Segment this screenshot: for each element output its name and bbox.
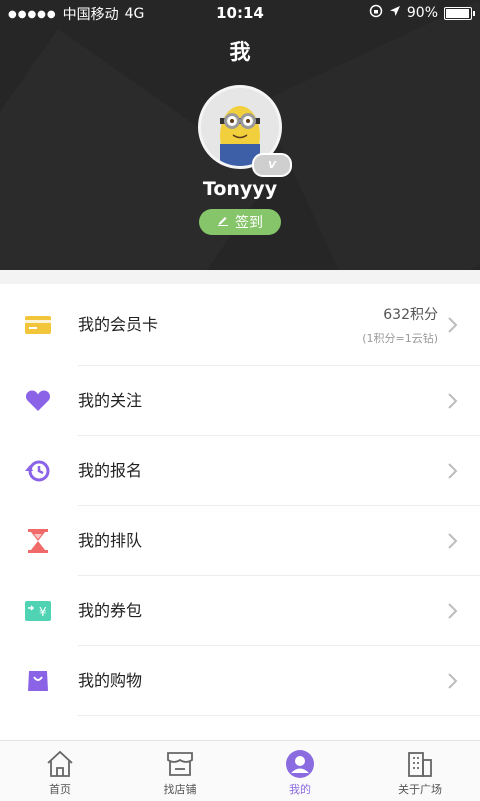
tab-label: 我的 [289, 783, 311, 796]
menu-item-label: 我的报名 [78, 461, 143, 480]
store-icon [164, 749, 196, 779]
tab-about[interactable]: 关于广场 [360, 741, 480, 801]
chevron-right-icon [448, 533, 458, 549]
menu-item-shopping[interactable]: 我的购物 [0, 646, 480, 716]
username: Tonyyy [202, 178, 278, 200]
chevron-right-icon [448, 603, 458, 619]
battery-percent: 90% [406, 5, 438, 21]
verified-badge: V [252, 153, 292, 177]
location-icon [389, 5, 401, 21]
heart-icon [24, 388, 52, 414]
chevron-right-icon [448, 317, 458, 333]
home-icon [44, 749, 76, 779]
tab-home[interactable]: 首页 [0, 741, 120, 801]
menu-item-label: 我的购物 [78, 671, 143, 690]
tab-label: 首页 [49, 783, 71, 796]
svg-text:¥: ¥ [39, 605, 47, 619]
chevron-right-icon [448, 393, 458, 409]
points-info: 632积分 (1积分=1云钻) [362, 304, 438, 346]
verified-badge-label: V [268, 159, 276, 171]
points-value: 632积分 [383, 307, 438, 323]
page-title: 我 [229, 40, 251, 64]
building-icon [404, 749, 436, 779]
points-note: (1积分=1云钻) [362, 332, 438, 345]
menu-item-label: 我的排队 [78, 531, 143, 550]
tab-mine[interactable]: 我的 [240, 741, 360, 801]
menu-item-follow[interactable]: 我的关注 [0, 366, 480, 436]
profile-icon [284, 749, 316, 779]
menu-item-label: 我的会员卡 [78, 315, 159, 334]
menu-item-member-card[interactable]: 我的会员卡 632积分 (1积分=1云钻) [0, 284, 480, 366]
status-bar: ●●●●● 中国移动 4G 10:14 90% [0, 0, 480, 26]
signin-label: 签到 [235, 215, 263, 231]
pencil-icon [217, 214, 229, 230]
menu-item-label: 我的券包 [78, 601, 143, 620]
tab-label: 找店铺 [163, 783, 197, 796]
menu-item-coupon[interactable]: ¥ 我的券包 [0, 576, 480, 646]
chevron-right-icon [448, 673, 458, 689]
section-divider [0, 270, 480, 284]
menu-item-label: 我的关注 [78, 391, 143, 410]
menu-item-queue[interactable]: 我的排队 [0, 506, 480, 576]
profile-header: ●●●●● 中国移动 4G 10:14 90% 我 V Tonyyy 签到 [0, 0, 480, 270]
tab-label: 关于广场 [398, 783, 442, 796]
shopping-bag-icon [24, 668, 52, 694]
battery-icon [444, 6, 475, 20]
hourglass-icon [24, 528, 52, 554]
signin-button[interactable]: 签到 [199, 209, 281, 235]
lock-rotation-icon [369, 4, 383, 22]
chevron-right-icon [448, 463, 458, 479]
coupon-icon: ¥ [24, 598, 52, 624]
profile-menu: 我的会员卡 632积分 (1积分=1云钻) 我的关注 我的报名 我的排队 ¥ 我… [0, 284, 480, 716]
menu-item-signup[interactable]: 我的报名 [0, 436, 480, 506]
tab-stores[interactable]: 找店铺 [120, 741, 240, 801]
bottom-tab-bar: 首页 找店铺 我的 关于广场 [0, 740, 480, 801]
member-card-icon [24, 312, 52, 338]
history-clock-icon [24, 458, 52, 484]
